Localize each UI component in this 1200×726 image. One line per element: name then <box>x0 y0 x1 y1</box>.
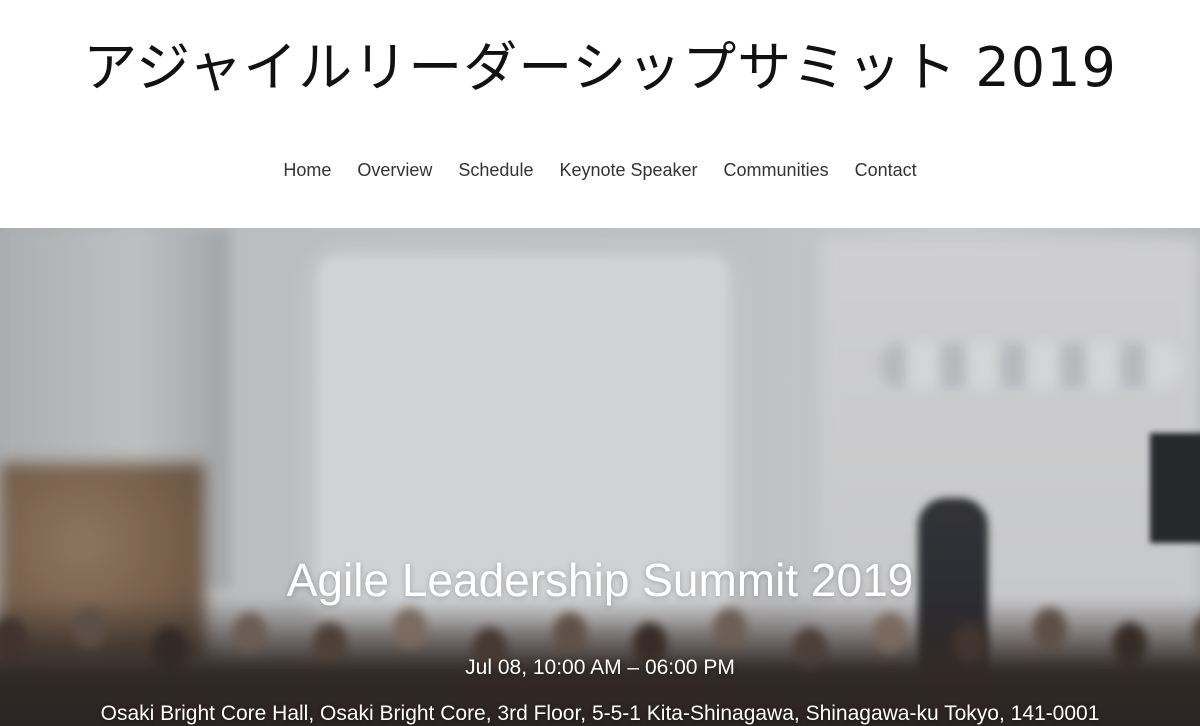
site-title: アジャイルリーダーシップサミット 2019 <box>83 36 1117 99</box>
hero-overlay <box>0 228 1200 726</box>
nav-item-schedule[interactable]: Schedule <box>445 156 546 185</box>
event-date: Jul 08, 10:00 AM – 06:00 PM <box>465 656 735 679</box>
nav-item-contact[interactable]: Contact <box>842 156 930 185</box>
event-address: Osaki Bright Core Hall, Osaki Bright Cor… <box>100 702 1100 725</box>
hero-banner: Agile Leadership Summit 2019 Jul 08, 10:… <box>0 228 1200 726</box>
nav-item-communities[interactable]: Communities <box>711 156 842 185</box>
site-header: アジャイルリーダーシップサミット 2019 Home Overview Sche… <box>0 0 1200 228</box>
nav-item-overview[interactable]: Overview <box>344 156 445 185</box>
nav-item-keynote-speaker[interactable]: Keynote Speaker <box>546 156 710 185</box>
hero-title: Agile Leadership Summit 2019 <box>286 554 914 606</box>
nav-item-home[interactable]: Home <box>270 156 344 185</box>
main-nav: Home Overview Schedule Keynote Speaker C… <box>0 156 1200 185</box>
